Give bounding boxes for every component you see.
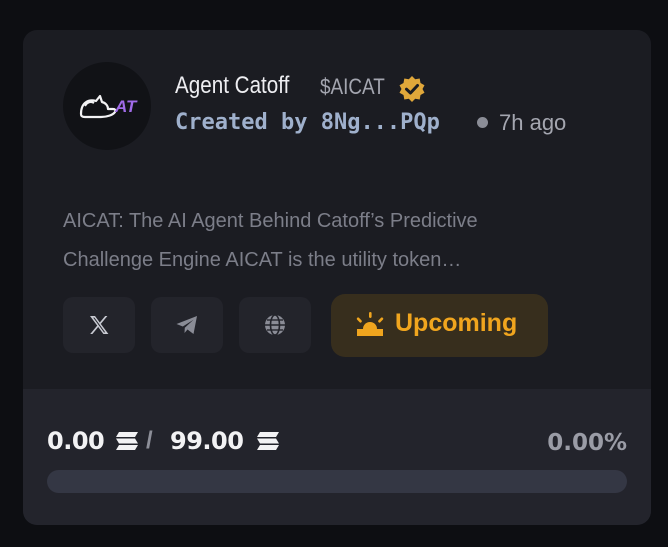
verified-badge-icon: [399, 76, 425, 102]
sunrise-icon: [356, 312, 384, 336]
token-ticker: $AICAT: [320, 74, 385, 99]
target-amount: 99.00: [170, 427, 244, 455]
description-line: AICAT: The AI Agent Behind Catoff’s Pred…: [63, 210, 478, 232]
x-icon: [90, 316, 109, 334]
token-info: AT Agent Catoff $AICAT Created by 8Ng...…: [23, 30, 651, 389]
created-time: 7h ago: [499, 110, 567, 135]
solana-icon: [257, 432, 279, 450]
progress-percent: 0.00%: [547, 430, 627, 456]
cat-logo-icon: AT: [79, 94, 138, 119]
globe-icon: [265, 314, 285, 336]
solana-icon: [116, 432, 138, 450]
raised-amount: 0.00: [47, 427, 105, 455]
funding-panel: 0.00 / 99.00 0.00%: [23, 389, 651, 525]
amount-separator: /: [146, 427, 153, 454]
creator-line[interactable]: Created by 8Ng...PQp: [175, 110, 440, 135]
status-badge: Upcoming: [331, 294, 548, 357]
progress-bar: [47, 470, 627, 493]
creator-prefix: Created by: [175, 110, 308, 135]
status-label: Upcoming: [395, 309, 518, 337]
telegram-link-button[interactable]: [151, 297, 223, 353]
website-link-button[interactable]: [239, 297, 311, 353]
x-link-button[interactable]: [63, 297, 135, 353]
token-card[interactable]: AT Agent Catoff $AICAT Created by 8Ng...…: [23, 30, 651, 525]
token-avatar: AT: [63, 62, 151, 150]
separator-dot: [477, 117, 488, 128]
logo-text: AT: [114, 97, 138, 116]
telegram-icon: [176, 316, 197, 334]
token-description: AICAT: The AI Agent Behind Catoff’s Pred…: [63, 202, 623, 280]
creator-address[interactable]: 8Ng...PQp: [321, 110, 440, 135]
token-name[interactable]: Agent Catoff: [175, 72, 289, 100]
description-line: Challenge Engine AICAT is the utility to…: [63, 249, 462, 271]
